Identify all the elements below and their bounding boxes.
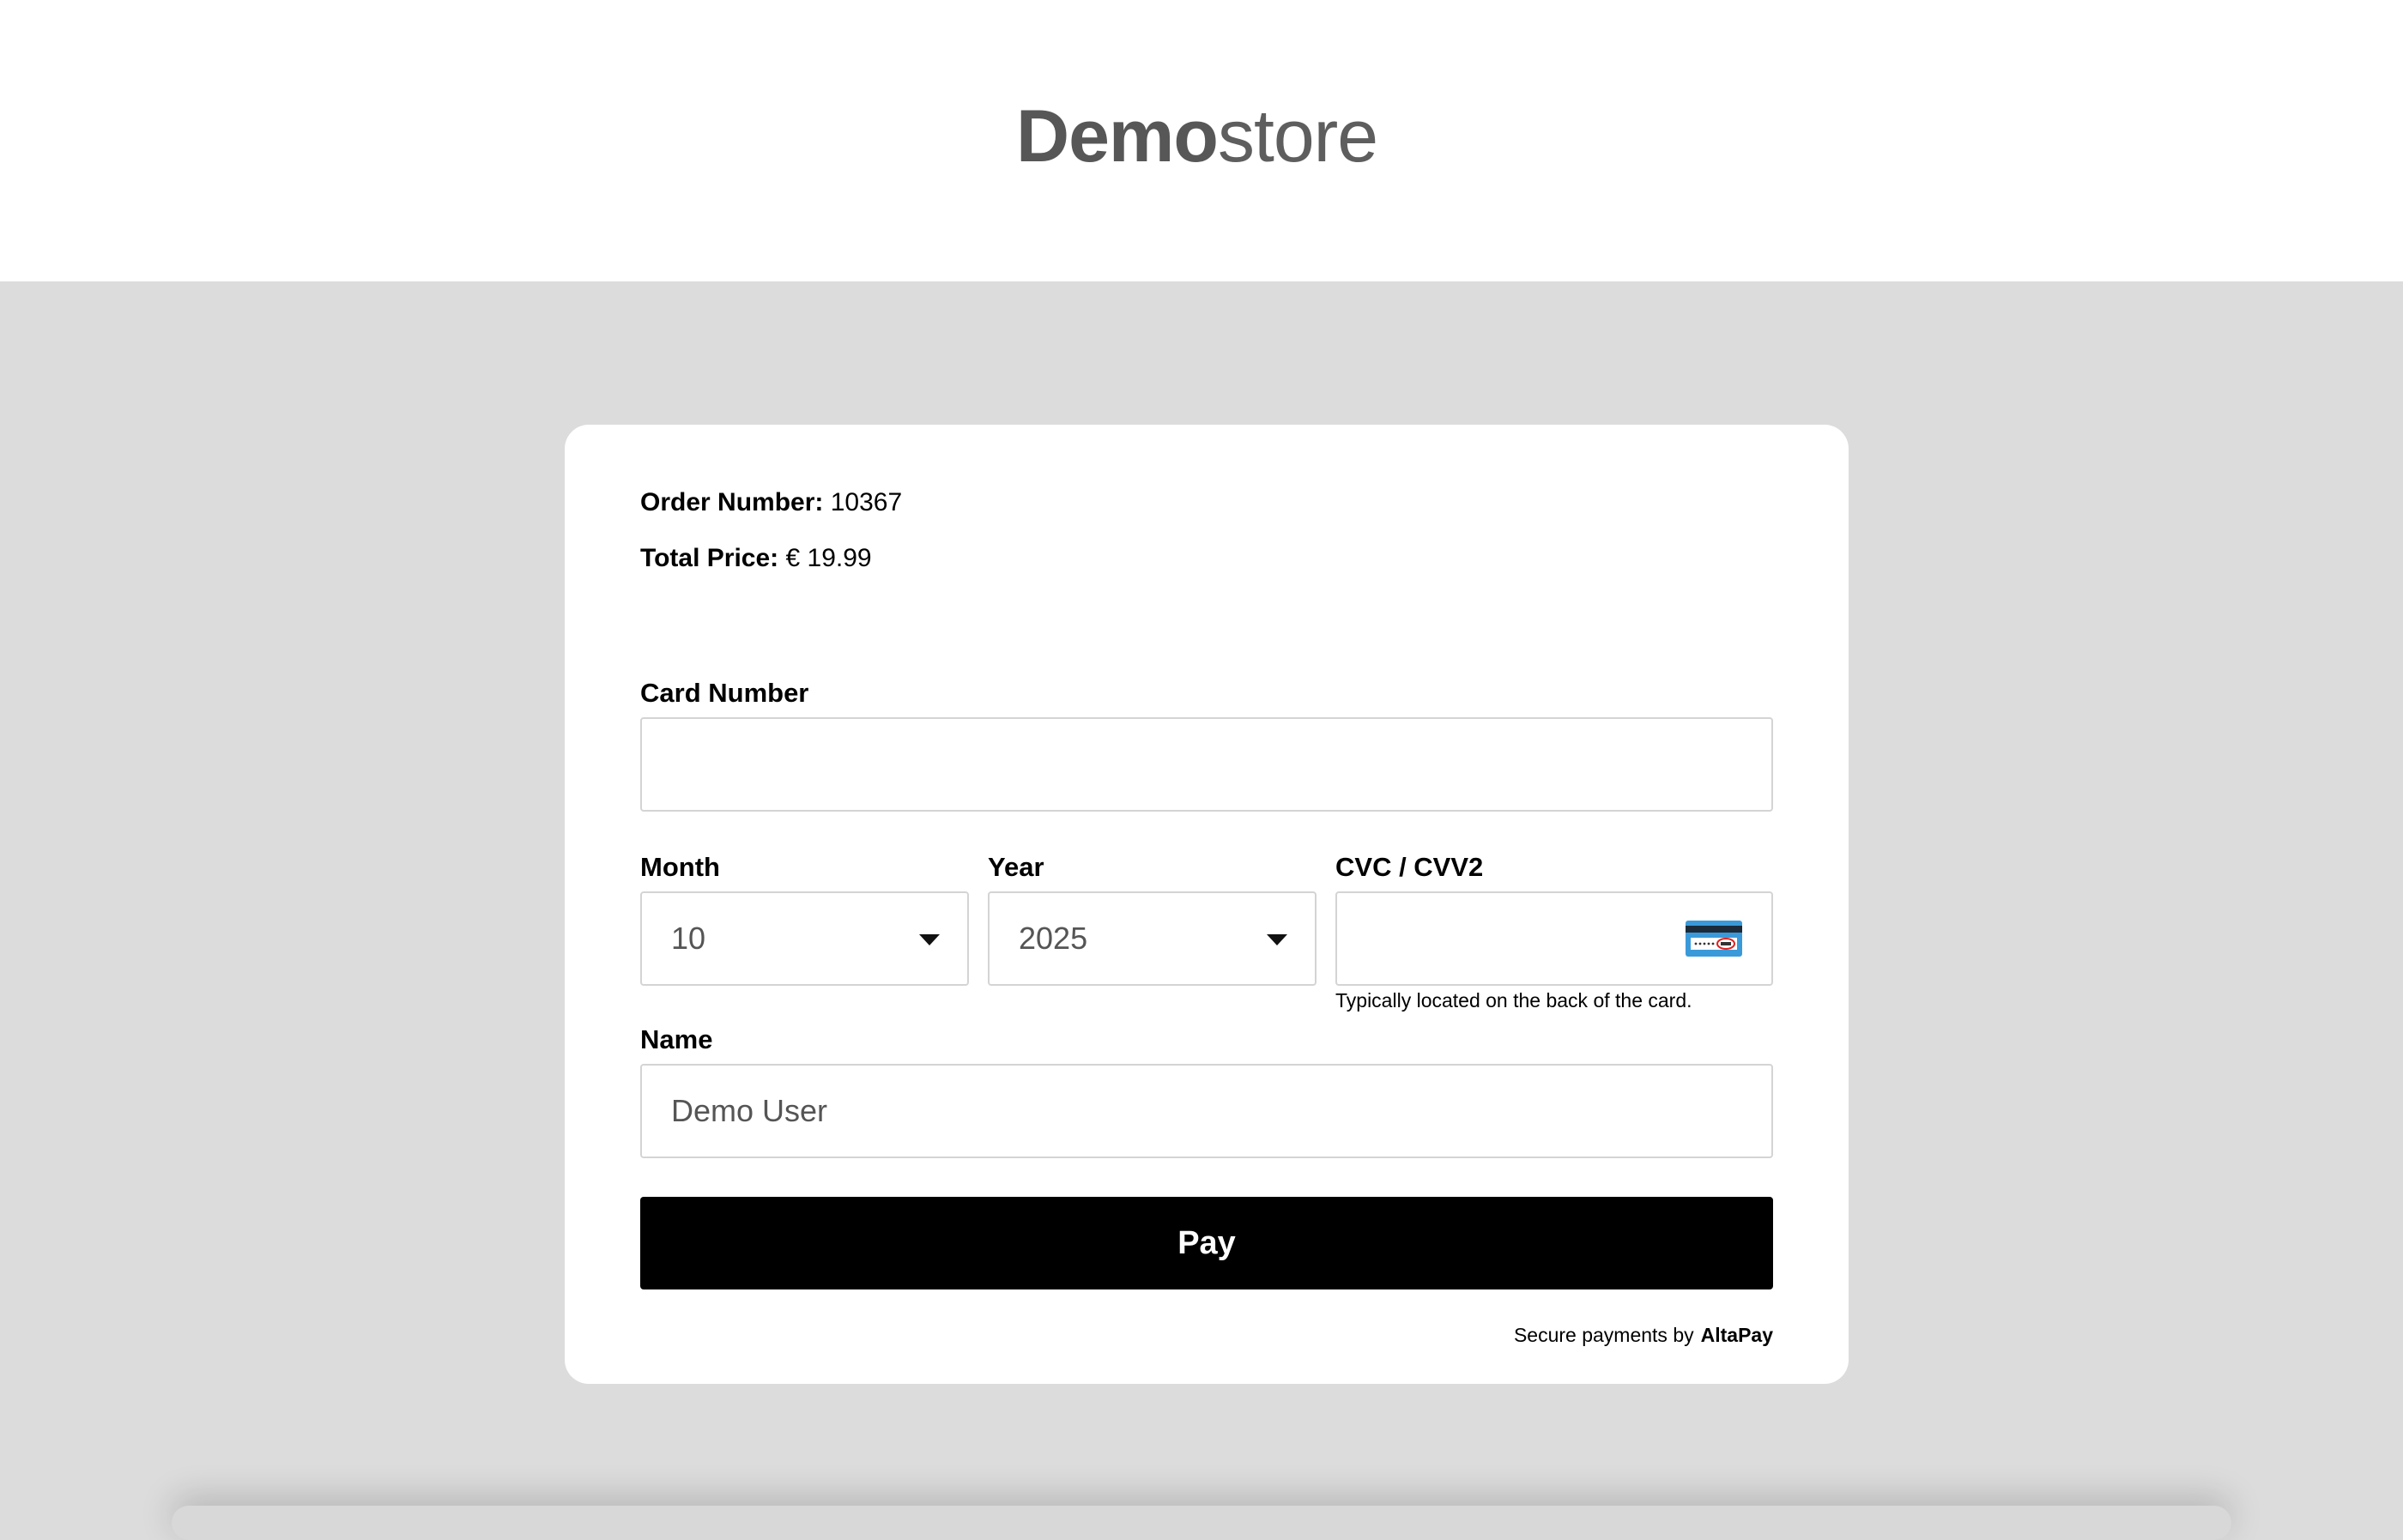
card-back-cvc-icon xyxy=(1686,921,1742,957)
name-label: Name xyxy=(640,1024,713,1054)
month-select[interactable]: 10 xyxy=(640,891,969,986)
year-select[interactable]: 2025 xyxy=(988,891,1317,986)
chevron-down-icon xyxy=(1267,934,1287,945)
total-price-line: Total Price: € 19.99 xyxy=(640,541,872,576)
total-price-label: Total Price: xyxy=(640,544,779,572)
name-value: Demo User xyxy=(671,1093,828,1128)
card-number-label: Card Number xyxy=(640,678,809,708)
logo-light-text: store xyxy=(1217,95,1378,178)
order-number-value: 10367 xyxy=(830,488,903,516)
card-number-input[interactable] xyxy=(640,717,1773,812)
cvc-hint: Typically located on the back of the car… xyxy=(1335,989,1692,1012)
payment-card: Order Number: 10367 Total Price: € 19.99… xyxy=(565,425,1849,1384)
order-number-line: Order Number: 10367 xyxy=(640,486,902,520)
cvc-input[interactable] xyxy=(1335,891,1773,986)
altapay-brand: AltaPay xyxy=(1700,1324,1773,1346)
month-label: Month xyxy=(640,852,720,882)
cvc-label: CVC / CVV2 xyxy=(1335,852,1484,882)
demostore-logo: Demostore xyxy=(1016,89,1378,184)
logo-bold-text: Demo xyxy=(1016,95,1219,178)
pay-button[interactable]: Pay xyxy=(640,1197,1773,1289)
chevron-down-icon xyxy=(919,934,940,945)
order-number-label: Order Number: xyxy=(640,488,824,516)
name-input[interactable]: Demo User xyxy=(640,1064,1773,1158)
secure-payments-note: Secure payments by AltaPay xyxy=(1514,1322,1773,1348)
month-value: 10 xyxy=(671,921,706,956)
total-price-value: € 19.99 xyxy=(785,544,872,572)
year-value: 2025 xyxy=(1019,921,1088,956)
site-header: Demostore xyxy=(0,0,2403,281)
bottom-panel-edge xyxy=(172,1506,2231,1540)
secure-payments-text: Secure payments by xyxy=(1513,1324,1694,1346)
year-label: Year xyxy=(988,852,1044,882)
